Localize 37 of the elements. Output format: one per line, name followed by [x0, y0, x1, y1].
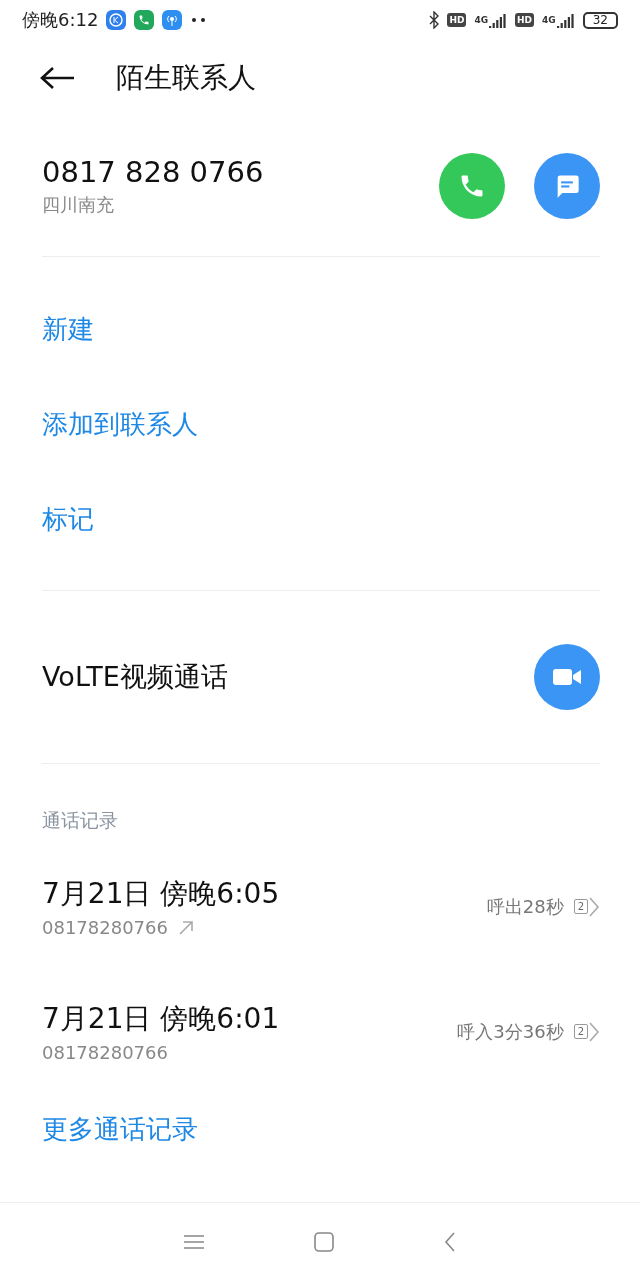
- video-camera-icon: [552, 666, 582, 688]
- hd-label: HD: [515, 13, 535, 27]
- menu-icon[interactable]: [184, 1233, 204, 1250]
- hd-label: HD: [447, 13, 467, 27]
- phone-number: 0817 828 0766: [42, 155, 265, 189]
- sim-badge: 2: [573, 1024, 588, 1039]
- page-title: 陌生联系人: [116, 60, 256, 96]
- battery-level: 32: [582, 11, 618, 29]
- action-link[interactable]: 新建: [42, 282, 94, 377]
- call-time: 7月21日 傍晚6:01: [42, 1001, 281, 1037]
- back-button[interactable]: [40, 66, 76, 90]
- call-number: 08178280766: [42, 1042, 168, 1063]
- call-summary: 呼出28秒: [486, 894, 564, 919]
- hotspot-app-icon: [162, 10, 183, 30]
- home-icon[interactable]: [314, 1231, 334, 1252]
- status-time: 傍晚6:12: [22, 8, 99, 32]
- more-call-log-link[interactable]: 更多通话记录: [42, 1094, 598, 1164]
- signal-icon: [556, 12, 575, 28]
- back-icon[interactable]: [444, 1231, 456, 1252]
- outgoing-arrow-icon: [178, 919, 194, 936]
- sim-badge: 2: [573, 899, 588, 914]
- network-label: 4G: [542, 15, 556, 25]
- action-link[interactable]: 标记: [42, 472, 94, 567]
- call-summary: 呼入3分36秒: [457, 1019, 564, 1044]
- call-number: 08178280766: [42, 917, 168, 938]
- call-time: 7月21日 傍晚6:05: [42, 876, 281, 912]
- bluetooth-icon: [429, 11, 440, 29]
- app-k-icon: [106, 10, 127, 30]
- section-title: 通话记录: [42, 808, 119, 833]
- location-text: 四川南充: [42, 193, 115, 217]
- network-label: 4G: [474, 15, 489, 25]
- chevron-right-icon[interactable]: [588, 895, 600, 918]
- action-link[interactable]: 添加到联系人: [42, 377, 198, 472]
- phone-app-icon: [134, 10, 155, 30]
- video-call-label: VoLTE视频通话: [42, 660, 229, 694]
- chevron-right-icon[interactable]: [588, 1020, 600, 1043]
- signal-icon: [489, 12, 508, 28]
